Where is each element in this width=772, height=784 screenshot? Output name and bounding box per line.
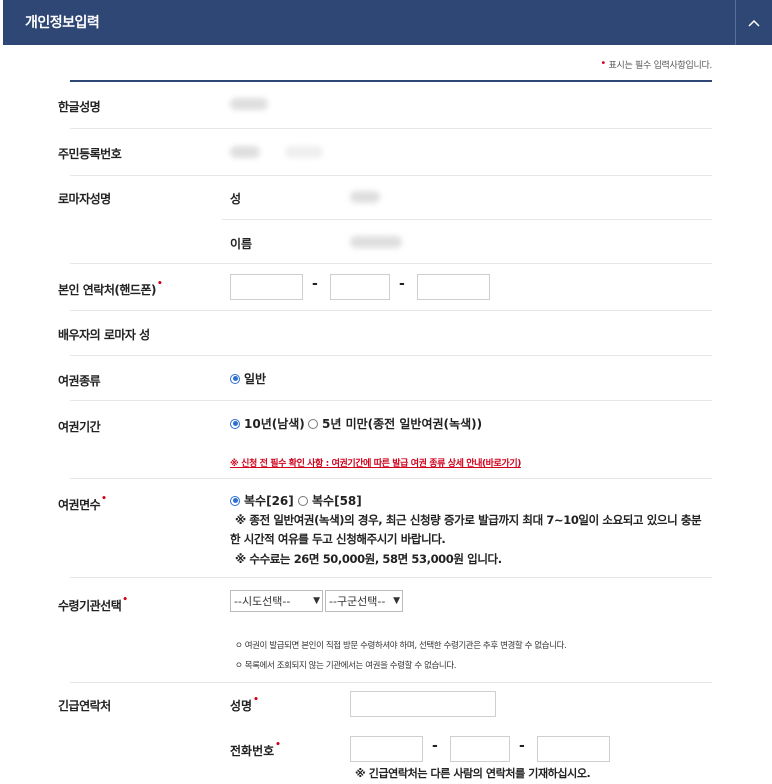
roman-surname-value-blurred (350, 191, 380, 203)
pickup-note2: ㅇ 목록에서 조회되지 않는 기관에서는 여권을 수령할 수 없습니다. (235, 661, 457, 671)
district-select-value: --구군선택-- (329, 595, 386, 608)
district-select[interactable]: --구군선택-- ▼ (325, 590, 403, 612)
label-emergency-phone: 전화번호• (230, 740, 281, 759)
required-notice: • 표시는 필수 입력사항입니다. (600, 58, 712, 71)
required-dot-icon: • (122, 595, 128, 605)
phone-part2-input[interactable] (330, 274, 390, 300)
phone-part1-input[interactable] (230, 274, 303, 300)
radio-selected-icon (230, 495, 240, 506)
city-select-value: --시도선택-- (234, 595, 291, 608)
chevron-down-icon: ▼ (313, 596, 320, 606)
label-emergency-name-text: 성명 (230, 699, 253, 713)
row-divider (222, 219, 712, 220)
label-roman-name: 로마자성명 (58, 192, 111, 206)
radio-selected-icon (230, 373, 240, 384)
period-5yr-radio[interactable]: 5년 미만(종전 일반여권(녹색)) (308, 415, 482, 432)
section-title: 개인정보입력 (25, 15, 100, 31)
passport-type-general-radio[interactable]: 일반 (230, 370, 266, 387)
row-divider (70, 175, 712, 176)
city-select[interactable]: --시도선택-- ▼ (230, 590, 323, 612)
copies-note-line1: ※ 종전 일반여권(녹색)의 경우, 최근 신청량 증가로 발급까지 최대 7~… (235, 513, 702, 527)
label-resident-no: 주민등록번호 (58, 147, 122, 161)
emergency-phone-part2-input[interactable] (450, 736, 510, 762)
roman-given-value-blurred (350, 236, 402, 248)
label-emergency: 긴급연락처 (58, 699, 111, 713)
required-notice-text: 표시는 필수 입력사항입니다. (608, 61, 713, 71)
period-detail-link[interactable]: ※ 신청 전 필수 확인 사항 : 여권기간에 따른 발급 여권 종류 상세 안… (230, 456, 521, 469)
label-korean-name: 한글성명 (58, 100, 101, 114)
label-phone: 본인 연락처(핸드폰)• (58, 279, 163, 298)
collapse-toggle-button[interactable] (735, 0, 772, 45)
label-passport-copies: 여권면수• (58, 494, 107, 513)
row-divider (70, 355, 712, 356)
phone-dash: - (399, 276, 405, 292)
phone-dash: - (519, 738, 525, 754)
label-emergency-name: 성명• (230, 695, 259, 714)
emergency-name-input[interactable] (350, 691, 496, 717)
label-passport-type: 여권종류 (58, 374, 101, 388)
required-dot-icon: • (101, 494, 107, 504)
resident-no-front-blurred (230, 146, 260, 158)
label-emergency-phone-text: 전화번호 (230, 744, 275, 758)
chevron-down-icon: ▼ (393, 596, 400, 606)
copies-26-radio[interactable]: 복수[26] (230, 492, 294, 509)
required-dot-icon: • (600, 58, 606, 69)
chevron-up-icon (748, 19, 760, 27)
label-copies-text: 여권면수 (58, 498, 101, 512)
label-pickup-office: 수령기관선택• (58, 595, 128, 614)
label-roman-surname: 성 (230, 192, 242, 206)
label-pickup-text: 수령기관선택 (58, 599, 122, 613)
label-passport-period: 여권기간 (58, 420, 101, 434)
row-divider (70, 682, 712, 683)
row-divider (70, 478, 712, 479)
radio-label: 일반 (244, 372, 267, 386)
row-divider (70, 310, 712, 311)
period-10yr-radio[interactable]: 10년(남색) (230, 415, 305, 432)
label-roman-given: 이름 (230, 237, 253, 251)
label-spouse-roman: 배우자의 로마자 성 (58, 328, 150, 342)
radio-label: 5년 미만(종전 일반여권(녹색)) (322, 417, 483, 431)
radio-label: 복수[26] (244, 494, 294, 508)
row-divider (70, 263, 712, 264)
phone-part3-input[interactable] (417, 274, 490, 300)
korean-name-value-blurred (230, 98, 268, 110)
radio-unselected-icon (308, 418, 318, 429)
copies-note-line2: 한 시간적 여유를 두고 신청해주시기 바랍니다. (230, 532, 446, 546)
required-dot-icon: • (156, 279, 163, 289)
emergency-phone-part3-input[interactable] (537, 736, 610, 762)
section-header: 개인정보입력 (3, 0, 772, 45)
emergency-note: ※ 긴급연락처는 다른 사람의 연락처를 기재하십시오. (355, 767, 591, 780)
resident-no-back-blurred (285, 146, 323, 158)
phone-dash: - (312, 276, 318, 292)
radio-label: 10년(남색) (244, 417, 305, 431)
form-top-border (70, 80, 712, 82)
copies-58-radio[interactable]: 복수[58] (298, 492, 362, 509)
radio-label: 복수[58] (312, 494, 362, 508)
radio-unselected-icon (298, 495, 308, 506)
emergency-phone-part1-input[interactable] (350, 736, 423, 762)
row-divider (70, 577, 712, 578)
row-divider (70, 128, 712, 129)
pickup-note1: ㅇ 여권이 발급되면 본인이 직접 방문 수령하셔야 하며, 선택한 수령기관은… (235, 641, 567, 651)
required-dot-icon: • (275, 740, 281, 750)
copies-note-line3: ※ 수수료는 26면 50,000원, 58면 53,000원 입니다. (235, 552, 502, 566)
radio-selected-icon (230, 418, 240, 429)
row-divider (70, 400, 712, 401)
phone-dash: - (432, 738, 438, 754)
required-dot-icon: • (253, 695, 259, 705)
label-phone-text: 본인 연락처(핸드폰) (58, 283, 156, 297)
